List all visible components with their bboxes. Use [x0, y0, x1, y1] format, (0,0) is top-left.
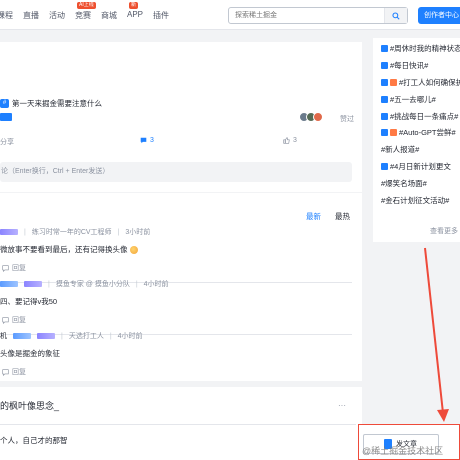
emoji-icon	[129, 246, 138, 255]
nav-courses[interactable]: 课程	[0, 10, 13, 21]
divider	[0, 424, 356, 425]
sidebar-topic[interactable]: #爆笑名场面#	[381, 178, 427, 189]
comment-item: 机 | 天选打工人 | 4小时前 头像是掘金的象征 回复	[0, 331, 362, 377]
comment-text: 微放事不要看到最后，还有记得换头像	[0, 244, 362, 255]
view-more-link[interactable]: 查看更多 >	[430, 226, 460, 236]
liked-label: 赞过	[340, 116, 354, 123]
sidebar-topic[interactable]: #4月日新计划更文	[381, 161, 451, 172]
nav-plugins[interactable]: 插件	[153, 10, 169, 21]
comment-author-role: 摸鱼专家 @ 摸鱼小分队	[55, 281, 130, 288]
reply-button[interactable]: 回复	[0, 263, 362, 273]
comment-author-role: 练习时常一年的CV工程师	[31, 229, 112, 236]
topic-icon	[381, 129, 388, 136]
level-badge	[24, 281, 42, 287]
top-navbar: 课程 直播 活动 AI上线竞赛 商城 新APP 插件 创作者中心	[0, 0, 460, 30]
comment-text: 四、要记得v我50	[0, 297, 58, 306]
comment-author[interactable]: 机	[0, 331, 7, 341]
nav-badge: AI上线	[77, 2, 96, 9]
sidebar-topic[interactable]: #金石计划征文活动#	[381, 195, 449, 206]
topic-icon	[381, 79, 388, 86]
main-nav: 课程 直播 活动 AI上线 竞赛 商城 新 APP 插件	[0, 2, 179, 21]
nav-events[interactable]: 活动	[49, 10, 65, 21]
comment-author-role: 天选打工人	[68, 333, 104, 340]
nav-badge: 新	[129, 2, 139, 9]
search-box	[228, 7, 408, 24]
sort-hot[interactable]: 最热	[335, 211, 350, 222]
sidebar-topic[interactable]: #打工人如何确保护眼#	[381, 77, 460, 88]
topic-sidebar: #周休时我的精神状态 #每日快讯# #打工人如何确保护眼# #五一去哪儿# #挑…	[373, 38, 460, 242]
creator-center-button[interactable]: 创作者中心	[418, 7, 460, 24]
next-feed-card: 的枫叶像思念_ ··· 个人，自己才的那智	[0, 387, 362, 460]
comment-time: 4小时前	[143, 281, 169, 288]
reply-icon	[2, 368, 9, 376]
topic-icon	[381, 113, 388, 120]
reply-icon	[2, 264, 9, 272]
reply-icon	[2, 316, 9, 324]
nav-contest[interactable]: AI上线 竞赛	[75, 2, 96, 21]
card-snippet: 个人，自己才的那智	[0, 436, 68, 445]
topic-icon	[381, 45, 388, 52]
author-name[interactable]: 的枫叶像思念_	[0, 399, 59, 412]
comment-sort: 最新 最热	[306, 211, 350, 222]
sidebar-topic[interactable]: #Auto-GPT尝鲜#	[381, 127, 456, 138]
watermark: @稀土掘金技术社区	[362, 446, 444, 456]
sidebar-topic[interactable]: #挑战每日一条痛点#	[381, 111, 458, 122]
like-button[interactable]: 3	[283, 137, 297, 144]
level-badge	[0, 229, 18, 235]
comment-meta: 机 | 天选打工人 | 4小时前	[0, 331, 143, 341]
comment-input[interactable]: 论（Enter换行，Ctrl + Enter发送）	[0, 162, 352, 182]
comment-item: | 摸鱼专家 @ 摸鱼小分队 | 4小时前 四、要记得v我50 回复	[0, 279, 362, 335]
search-icon	[392, 11, 400, 20]
search-button[interactable]	[384, 8, 407, 23]
reply-button[interactable]: 回复	[0, 315, 362, 325]
sidebar-topic[interactable]: #每日快讯#	[381, 60, 428, 71]
sidebar-topic[interactable]: #周休时我的精神状态	[381, 43, 460, 54]
comment-time: 3小时前	[125, 229, 151, 236]
level-badge	[37, 333, 55, 339]
comment-item: | 练习时常一年的CV工程师 | 3小时前 微放事不要看到最后，还有记得换头像 …	[0, 227, 362, 283]
hot-icon	[390, 79, 397, 86]
level-badge	[13, 333, 31, 339]
sidebar-topic[interactable]: #新人报道#	[381, 144, 419, 155]
comment-button[interactable]: 3	[140, 137, 154, 144]
reply-button[interactable]: 回复	[0, 367, 362, 377]
level-badge	[0, 281, 18, 287]
share-button[interactable]: 分享	[0, 137, 14, 147]
comment-text: 头像是掘金的象征	[0, 349, 60, 358]
topic-tag[interactable]	[0, 113, 12, 121]
comment-meta: | 练习时常一年的CV工程师 | 3小时前	[0, 227, 362, 237]
topic-icon	[381, 62, 388, 69]
comment-time: 4小时前	[117, 333, 143, 340]
topic-icon	[381, 96, 388, 103]
liker-avatars[interactable]	[299, 112, 323, 122]
avatar	[313, 112, 323, 122]
sidebar-topic[interactable]: #五一去哪儿#	[381, 94, 436, 105]
article-card: # 第一天来掘金需要注意什么 赞过 分享 3 3 论（Enter换行，Ctrl …	[0, 42, 362, 192]
article-title[interactable]: # 第一天来掘金需要注意什么	[0, 98, 102, 109]
nav-app[interactable]: 新 APP	[127, 2, 143, 21]
search-input[interactable]	[229, 8, 379, 23]
more-icon[interactable]: ···	[338, 401, 346, 410]
nav-live[interactable]: 直播	[23, 10, 39, 21]
comment-icon	[140, 137, 147, 144]
topic-icon	[381, 163, 388, 170]
hot-icon	[390, 129, 397, 136]
topic-icon: #	[0, 99, 9, 108]
sort-latest[interactable]: 最新	[306, 211, 321, 222]
nav-shop[interactable]: 商城	[101, 10, 117, 21]
comments-card: 最新 最热 | 练习时常一年的CV工程师 | 3小时前 微放事不要看到最后，还有…	[0, 193, 362, 381]
thumb-up-icon	[283, 137, 290, 144]
comment-meta: | 摸鱼专家 @ 摸鱼小分队 | 4小时前	[0, 279, 362, 289]
